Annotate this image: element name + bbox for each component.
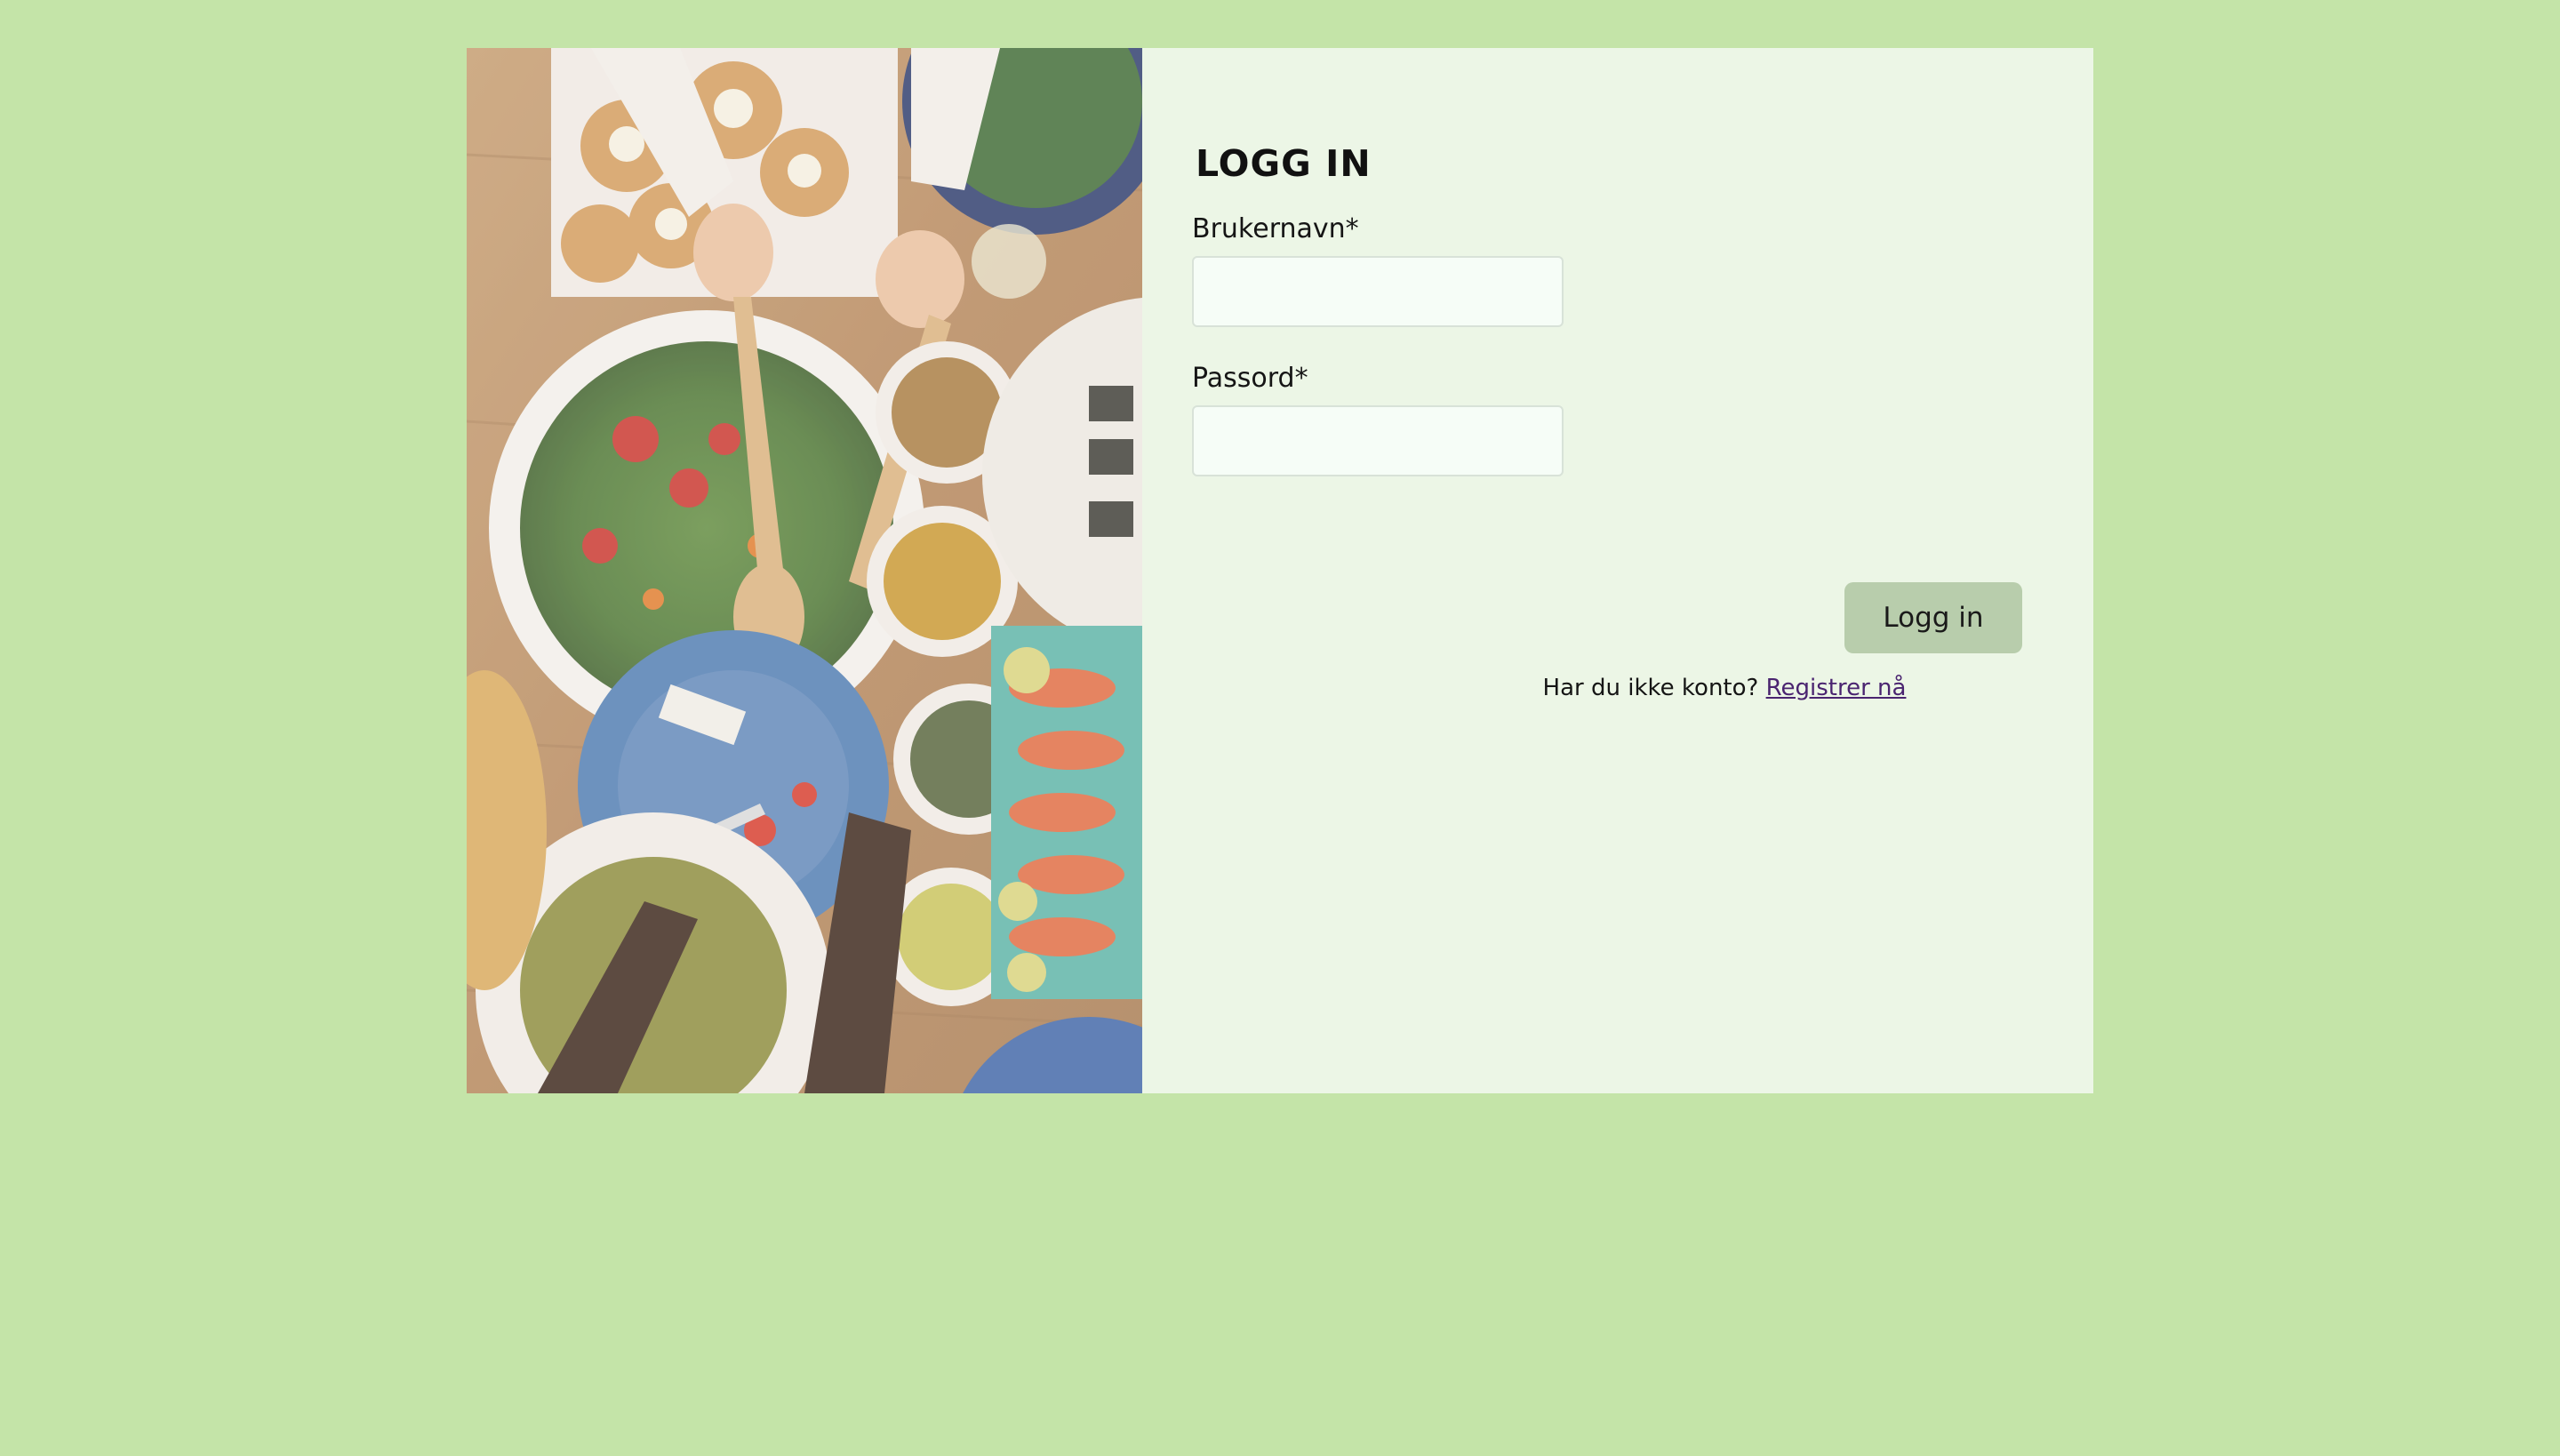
register-link[interactable]: Registrer nå [1766, 675, 1907, 701]
page-title: LOGG IN [1196, 142, 1372, 185]
page: LOGG IN Brukernavn* Passord* Logg in Har… [0, 0, 2560, 1456]
login-card: LOGG IN Brukernavn* Passord* Logg in Har… [467, 48, 2093, 1093]
username-label: Brukernavn* [1192, 213, 1359, 244]
username-input[interactable] [1192, 256, 1564, 327]
signup-prompt-row: Har du ikke konto? Registrer nå [1231, 675, 2218, 701]
login-panel: LOGG IN Brukernavn* Passord* Logg in Har… [1142, 48, 2093, 1093]
login-button[interactable]: Logg in [1844, 582, 2022, 653]
signup-prompt-text: Har du ikke konto? [1542, 675, 1759, 701]
food-table-photo [467, 48, 1142, 1093]
password-label: Passord* [1192, 363, 1308, 394]
password-input[interactable] [1192, 405, 1564, 476]
